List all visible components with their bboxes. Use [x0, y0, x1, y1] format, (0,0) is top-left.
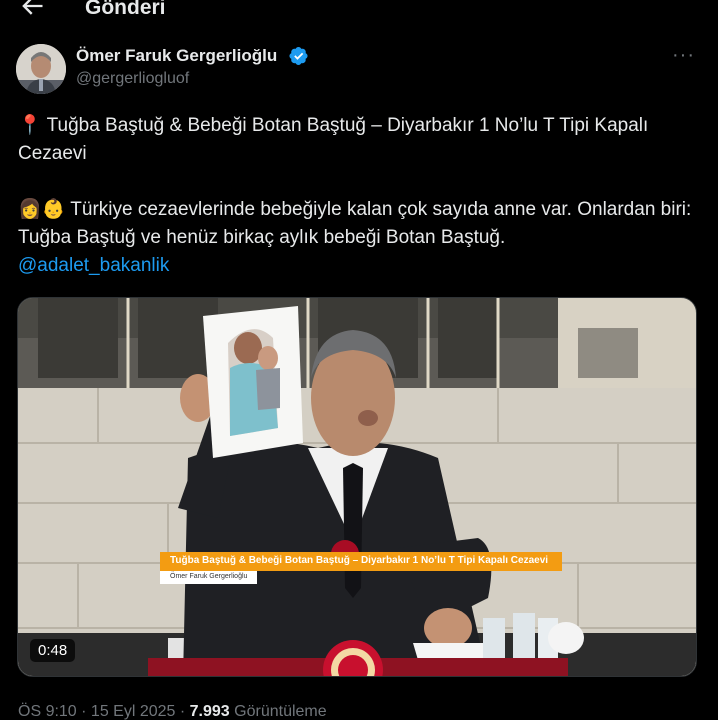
tweet-line-body: 👩👶 Türkiye cezaevlerinde bebeğiyle kalan… [18, 196, 702, 252]
top-bar: Gönderi [0, 0, 718, 22]
mention-link[interactable]: @adalet_bakanlik [18, 255, 169, 276]
tweet-author: Ömer Faruk Gergerlioğlu @gergerliogluof … [16, 40, 702, 96]
avatar-image [16, 44, 66, 94]
view-count: 7.993 [189, 703, 230, 720]
pin-emoji: 📍 [18, 115, 42, 136]
author-name[interactable]: Ömer Faruk Gergerlioğlu [76, 46, 277, 66]
lower-third-title: Tuğba Baştuğ & Bebeği Botan Baştuğ – Diy… [160, 552, 562, 571]
meta-separator: · [175, 703, 190, 720]
mother-baby-emoji: 👩👶 [18, 199, 66, 220]
tweet-line2-text: Türkiye cezaevlerinde bebeğiyle kalan ço… [18, 199, 692, 248]
video-player[interactable]: Tuğba Baştuğ & Bebeği Botan Baştuğ – Diy… [17, 297, 697, 677]
view-count-label: Görüntüleme [229, 703, 327, 720]
tweet-line-location: 📍 Tuğba Baştuğ & Bebeği Botan Baştuğ – D… [18, 112, 702, 168]
verified-badge-icon [289, 47, 308, 65]
lower-third-name: Ömer Faruk Gergerlioğlu [160, 571, 258, 584]
tweet-meta: ÖS 9:10 · 15 Eyl 2025 · 7.993 Görüntülem… [18, 703, 327, 720]
tweet-text: 📍 Tuğba Baştuğ & Bebeği Botan Baştuğ – D… [18, 112, 702, 280]
tweet-time[interactable]: ÖS 9:10 [18, 703, 77, 720]
author-handle[interactable]: @gergerliogluof [76, 70, 189, 88]
video-lower-third: Tuğba Baştuğ & Bebeği Botan Baştuğ – Diy… [160, 552, 562, 586]
tweet-date[interactable]: 15 Eyl 2025 [91, 703, 176, 720]
video-duration-badge: 0:48 [30, 639, 76, 662]
tweet-line1-text: Tuğba Baştuğ & Bebeği Botan Baştuğ – Diy… [18, 115, 649, 164]
more-options-icon[interactable]: ··· [672, 45, 694, 68]
arrow-left-icon[interactable] [18, 0, 46, 20]
meta-separator: · [76, 703, 91, 720]
video-frame [18, 298, 696, 676]
avatar[interactable] [16, 44, 66, 94]
page-title: Gönderi [85, 0, 166, 19]
